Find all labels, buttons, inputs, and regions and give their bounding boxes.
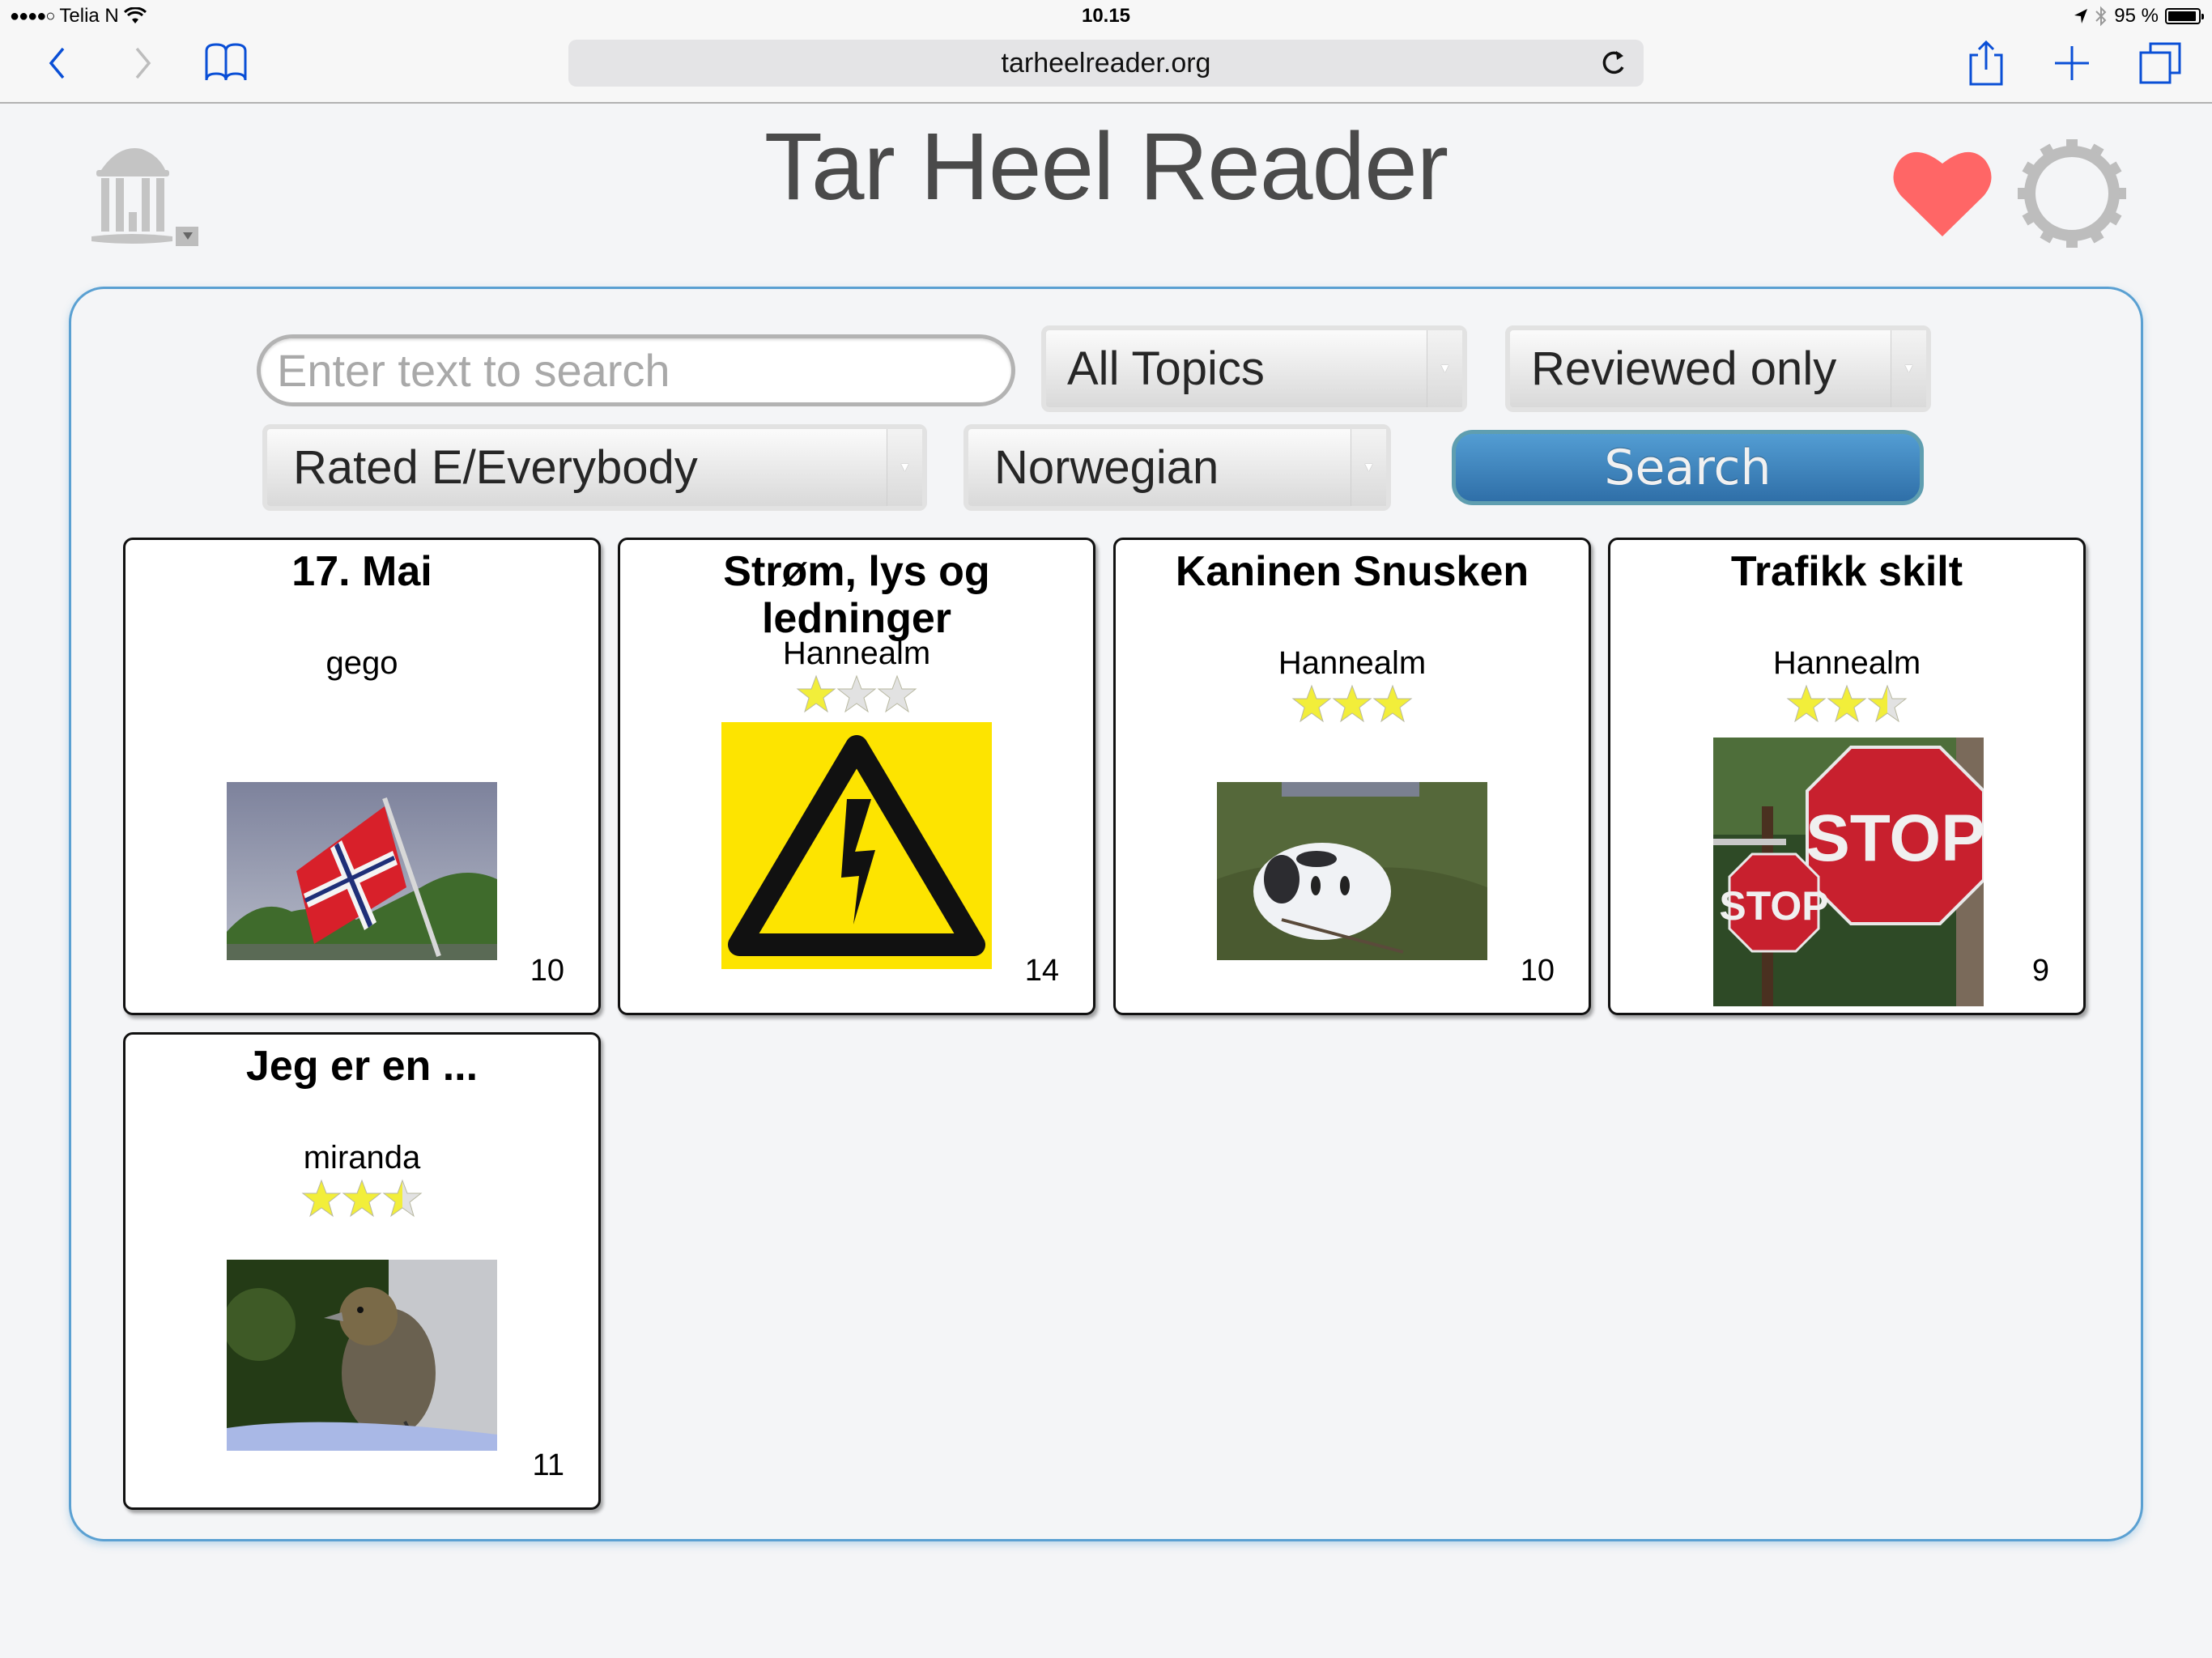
back-icon bbox=[49, 47, 65, 79]
chevron-down-icon: ▼ bbox=[1891, 330, 1926, 407]
share-icon bbox=[1969, 40, 2003, 86]
bird-image bbox=[227, 1260, 497, 1451]
rating-select[interactable]: Rated E/Everybody ▼ bbox=[262, 424, 927, 511]
chevron-down-icon: ▼ bbox=[1427, 330, 1462, 407]
review-select[interactable]: Reviewed only ▼ bbox=[1505, 325, 1931, 412]
new-tab-icon bbox=[2055, 46, 2089, 80]
norwegian-flag-image bbox=[227, 782, 497, 960]
forward-icon bbox=[135, 47, 151, 79]
star-half-icon bbox=[1867, 684, 1908, 723]
browser-toolbar: ●●●●○ Telia N 10.15 95 % tarheelreader.o… bbox=[0, 0, 2212, 104]
book-author: Hannealm bbox=[782, 636, 931, 671]
book-title: Strøm, lys og ledninger bbox=[723, 548, 990, 642]
star-filled-icon bbox=[301, 1179, 342, 1218]
settings-button[interactable] bbox=[2016, 138, 2128, 249]
battery-icon bbox=[2165, 8, 2204, 24]
gear-ring bbox=[2024, 146, 2120, 241]
book-card[interactable]: Trafikk skilt Hannealm STOP STOP 9 bbox=[1608, 538, 2086, 1015]
page-count: 9 bbox=[2031, 954, 2049, 988]
book-title: 17. Mai bbox=[291, 548, 432, 595]
star-empty-icon bbox=[836, 674, 877, 713]
topic-select[interactable]: All Topics ▼ bbox=[1041, 325, 1467, 412]
star-filled-icon bbox=[1291, 684, 1332, 723]
forward-button[interactable] bbox=[125, 40, 161, 86]
book-rating bbox=[125, 684, 598, 725]
bookmarks-icon bbox=[205, 43, 247, 81]
address-bar[interactable]: tarheelreader.org bbox=[568, 40, 1644, 87]
star-filled-icon bbox=[1332, 684, 1372, 723]
book-rating bbox=[1610, 684, 2083, 725]
star-filled-icon bbox=[1372, 684, 1413, 723]
book-author: Hannealm bbox=[1278, 645, 1427, 681]
book-card[interactable]: 17. Mai gego 10 bbox=[123, 538, 601, 1015]
location-icon bbox=[2074, 9, 2088, 23]
rabbit-image bbox=[1217, 782, 1487, 960]
battery-fill bbox=[2168, 11, 2197, 21]
heart-icon bbox=[1893, 151, 1992, 236]
reload-icon[interactable] bbox=[1598, 48, 1629, 79]
battery-percent: 95 % bbox=[2114, 5, 2159, 27]
page-count: 11 bbox=[532, 1448, 564, 1482]
star-filled-icon bbox=[1827, 684, 1867, 723]
bookmarks-button[interactable] bbox=[202, 40, 251, 86]
book-author: Hannealm bbox=[1772, 645, 1921, 681]
topic-select-value: All Topics bbox=[1067, 342, 1265, 395]
book-cover-norwegian-flag bbox=[227, 782, 497, 960]
book-title: Jeg er en ... bbox=[245, 1043, 479, 1090]
tabs-button[interactable] bbox=[2138, 40, 2183, 86]
star-filled-icon bbox=[342, 1179, 382, 1218]
book-title: Trafikk skilt bbox=[1730, 548, 1963, 595]
star-filled-icon bbox=[1786, 684, 1827, 723]
language-select[interactable]: Norwegian ▼ bbox=[963, 424, 1391, 511]
search-input[interactable] bbox=[257, 334, 1015, 406]
book-cover-stop-signs: STOP STOP bbox=[1713, 738, 1984, 1006]
svg-text:STOP: STOP bbox=[1719, 883, 1828, 929]
book-card[interactable]: Kaninen Snusken Hannealm 10 bbox=[1113, 538, 1591, 1015]
star-empty-icon bbox=[877, 674, 917, 713]
svg-text:STOP: STOP bbox=[1806, 801, 1984, 875]
star-half-icon bbox=[382, 1179, 423, 1218]
status-bar: ●●●●○ Telia N 10.15 95 % bbox=[0, 0, 2212, 32]
book-rating bbox=[125, 1179, 598, 1219]
bluetooth-icon bbox=[2095, 6, 2107, 27]
language-select-value: Norwegian bbox=[994, 441, 1219, 494]
book-card[interactable]: Strøm, lys og ledninger Hannealm 14 bbox=[618, 538, 1095, 1015]
share-button[interactable] bbox=[1966, 40, 2006, 86]
gear-icon bbox=[2018, 139, 2126, 248]
status-right: 95 % bbox=[2074, 5, 2204, 28]
book-rating bbox=[1116, 684, 1589, 725]
book-rating bbox=[620, 674, 1093, 715]
book-cover-bird bbox=[227, 1260, 497, 1451]
page-count: 10 bbox=[1520, 954, 1555, 988]
url-text: tarheelreader.org bbox=[1001, 47, 1211, 79]
page-count: 14 bbox=[1024, 954, 1059, 988]
book-author: miranda bbox=[303, 1140, 421, 1175]
star-filled-icon bbox=[796, 674, 836, 713]
book-title: Kaninen Snusken bbox=[1175, 548, 1529, 595]
favorites-button[interactable] bbox=[1891, 146, 1993, 240]
chevron-down-icon: ▼ bbox=[887, 429, 922, 506]
rating-select-value: Rated E/Everybody bbox=[293, 441, 698, 494]
search-button[interactable]: Search bbox=[1452, 430, 1924, 505]
stop-signs-image: STOP STOP bbox=[1713, 738, 1984, 1006]
review-select-value: Reviewed only bbox=[1531, 342, 1837, 395]
clock: 10.15 bbox=[1081, 5, 1131, 27]
page-title: Tar Heel Reader bbox=[764, 113, 1448, 220]
book-cover-electric-hazard bbox=[721, 722, 992, 969]
electric-hazard-image bbox=[721, 722, 992, 969]
book-card[interactable]: Jeg er en ... miranda 11 bbox=[123, 1032, 601, 1510]
book-author: gego bbox=[325, 645, 398, 681]
page-count: 10 bbox=[530, 954, 564, 988]
chevron-down-icon: ▼ bbox=[1351, 429, 1386, 506]
tabs-icon bbox=[2139, 42, 2181, 84]
back-button[interactable] bbox=[39, 40, 74, 86]
new-tab-button[interactable] bbox=[2052, 40, 2092, 86]
book-cover-rabbit bbox=[1217, 782, 1487, 960]
